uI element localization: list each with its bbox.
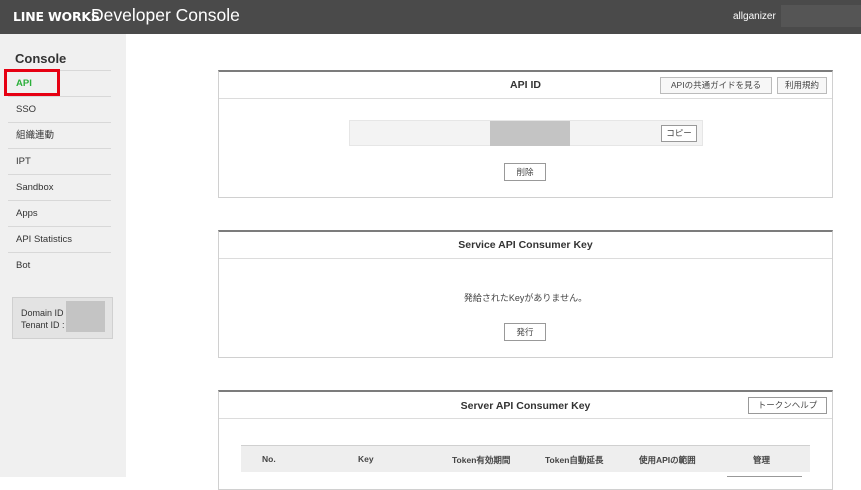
terms-button[interactable]: 利用規約 — [777, 77, 827, 94]
no-key-message: 発給されたKeyがありません。 — [463, 293, 588, 303]
service-key-title: Service API Consumer Key — [458, 239, 593, 251]
api-guide-button[interactable]: APIの共通ガイドを見る — [660, 77, 772, 94]
server-key-table-header: No. Key Token有効期間 Token自動延長 使用APIの範囲 管理 — [241, 445, 810, 472]
server-key-card: Server API Consumer Key トークンヘルプ No. Key … — [218, 390, 833, 490]
column-manage: 管理 — [753, 455, 771, 465]
domain-tenant-box: Domain ID : Tenant ID : — [12, 297, 113, 339]
issue-button[interactable]: 発行 — [504, 323, 546, 341]
sidebar-item-org-sync[interactable]: 組織連動 — [8, 122, 111, 148]
sidebar: Console API SSO 組織連動 IPT Sandbox Apps AP… — [0, 34, 126, 477]
sidebar-item-apps[interactable]: Apps — [8, 200, 111, 226]
tenant-id-label: Tenant ID : — [21, 320, 65, 330]
sidebar-title: Console — [15, 51, 67, 66]
user-account[interactable]: allganizer — [733, 11, 781, 22]
copy-button[interactable]: コピー — [661, 125, 697, 142]
sidebar-item-api-statistics[interactable]: API Statistics — [8, 226, 111, 252]
service-key-card: Service API Consumer Key 発給されたKeyがありません。… — [218, 230, 833, 358]
server-key-title: Server API Consumer Key — [460, 400, 591, 412]
api-id-header: API ID APIの共通ガイドを見る 利用規約 — [219, 72, 832, 99]
sidebar-item-bot[interactable]: Bot — [8, 252, 111, 278]
sidebar-item-sandbox[interactable]: Sandbox — [8, 174, 111, 200]
server-key-header: Server API Consumer Key トークンヘルプ — [219, 392, 832, 419]
api-id-field[interactable]: コピー — [349, 120, 703, 146]
product-title: Developer Console — [91, 5, 240, 25]
redacted-api-id — [490, 121, 570, 146]
domain-id-label: Domain ID : — [21, 308, 69, 318]
column-token-validity: Token有効期間 — [452, 455, 511, 465]
column-key: Key — [358, 454, 374, 464]
top-bar: LINE WORKS Developer Console allganizer — [0, 0, 861, 34]
redacted-user-area — [781, 5, 861, 27]
sidebar-item-ipt[interactable]: IPT — [8, 148, 111, 174]
brand-logo[interactable]: LINE WORKS — [13, 9, 100, 24]
redacted-id-value — [66, 301, 105, 332]
delete-button[interactable]: 削除 — [504, 163, 546, 181]
column-no: No. — [262, 454, 276, 464]
sidebar-nav: API SSO 組織連動 IPT Sandbox Apps API Statis… — [8, 70, 111, 278]
api-id-card: API ID APIの共通ガイドを見る 利用規約 コピー 削除 — [218, 70, 833, 198]
column-api-scope: 使用APIの範囲 — [639, 455, 696, 465]
highlight-box — [4, 69, 60, 96]
column-token-auto-extend: Token自動延長 — [545, 455, 604, 465]
service-key-header: Service API Consumer Key — [219, 232, 832, 259]
sidebar-item-sso[interactable]: SSO — [8, 96, 111, 122]
token-help-button[interactable]: トークンヘルプ — [748, 397, 827, 414]
